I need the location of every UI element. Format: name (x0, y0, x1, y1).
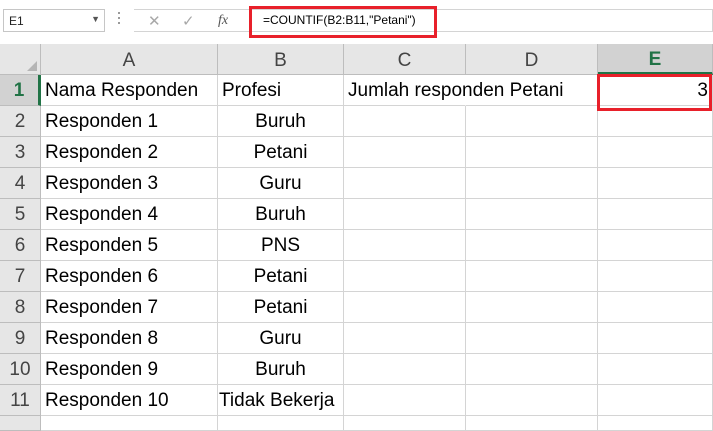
formula-buttons: ✕ ✓ fx (134, 9, 246, 32)
chevron-down-icon[interactable]: ▼ (91, 14, 100, 24)
row-header-1[interactable]: 1 (0, 75, 41, 106)
column-header-e[interactable]: E (598, 44, 713, 75)
cell-b7[interactable]: Petani (218, 261, 344, 292)
cell-d6[interactable] (466, 230, 598, 261)
row-header-3[interactable]: 3 (0, 137, 41, 168)
row-header-8[interactable]: 8 (0, 292, 41, 323)
formula-bar: E1 ▼ ✕ ✓ fx =COUNTIF(B2:B11,"Petani") (0, 0, 713, 44)
cell-c3[interactable] (344, 137, 466, 168)
enter-icon[interactable]: ✓ (182, 12, 195, 30)
cell-c11[interactable] (344, 385, 466, 416)
cell-e3[interactable] (598, 137, 713, 168)
insert-function-icon[interactable]: fx (218, 13, 228, 29)
cell-e4[interactable] (598, 168, 713, 199)
row-header-11[interactable]: 11 (0, 385, 41, 416)
cell-a6[interactable]: Responden 5 (41, 230, 218, 261)
cell-a7[interactable]: Responden 6 (41, 261, 218, 292)
select-all-button[interactable] (0, 44, 41, 75)
cell-b1[interactable]: Profesi (218, 75, 344, 106)
cell-e6[interactable] (598, 230, 713, 261)
cell-c5[interactable] (344, 199, 466, 230)
column-header-b[interactable]: B (218, 44, 344, 75)
cell-b5[interactable]: Buruh (218, 199, 344, 230)
cell-c12[interactable] (344, 416, 466, 431)
select-all-icon (27, 61, 37, 71)
cell-d9[interactable] (466, 323, 598, 354)
cell-a1[interactable]: Nama Responden (41, 75, 218, 106)
cell-a12[interactable] (41, 416, 218, 431)
column-header-c[interactable]: C (344, 44, 466, 75)
cell-c1[interactable]: Jumlah responden Petani (344, 75, 563, 106)
cell-d7[interactable] (466, 261, 598, 292)
cell-c4[interactable] (344, 168, 466, 199)
cancel-icon[interactable]: ✕ (148, 12, 161, 30)
cell-b10[interactable]: Buruh (218, 354, 344, 385)
cell-d3[interactable] (466, 137, 598, 168)
cell-b2[interactable]: Buruh (218, 106, 344, 137)
cell-d8[interactable] (466, 292, 598, 323)
cell-e11[interactable] (598, 385, 713, 416)
cell-d11[interactable] (466, 385, 598, 416)
cell-e1[interactable]: 3 (598, 75, 713, 106)
column-header-a[interactable]: A (41, 44, 218, 75)
cell-a8[interactable]: Responden 7 (41, 292, 218, 323)
cell-a4[interactable]: Responden 3 (41, 168, 218, 199)
name-box[interactable]: E1 ▼ (3, 9, 105, 32)
cell-e10[interactable] (598, 354, 713, 385)
column-header-d[interactable]: D (466, 44, 598, 75)
cell-a5[interactable]: Responden 4 (41, 199, 218, 230)
cell-c8[interactable] (344, 292, 466, 323)
row-header-2[interactable]: 2 (0, 106, 41, 137)
cell-d12[interactable] (466, 416, 598, 431)
spreadsheet-grid: A B C D E 1 2 3 4 5 6 7 8 9 10 11 Nama R… (0, 44, 713, 431)
cell-c7[interactable] (344, 261, 466, 292)
cell-e9[interactable] (598, 323, 713, 354)
cell-d4[interactable] (466, 168, 598, 199)
cell-a3[interactable]: Responden 2 (41, 137, 218, 168)
cell-a2[interactable]: Responden 1 (41, 106, 218, 137)
row-header-5[interactable]: 5 (0, 199, 41, 230)
cell-b11[interactable]: Tidak Bekerja (218, 385, 344, 416)
cell-a10[interactable]: Responden 9 (41, 354, 218, 385)
cell-b9[interactable]: Guru (218, 323, 344, 354)
drag-handle-icon[interactable] (117, 12, 121, 30)
cell-b4[interactable]: Guru (218, 168, 344, 199)
cell-d5[interactable] (466, 199, 598, 230)
row-header-7[interactable]: 7 (0, 261, 41, 292)
cell-e8[interactable] (598, 292, 713, 323)
cell-d10[interactable] (466, 354, 598, 385)
cell-e5[interactable] (598, 199, 713, 230)
cell-b6[interactable]: PNS (218, 230, 344, 261)
cell-e12[interactable] (598, 416, 713, 431)
row-header-10[interactable]: 10 (0, 354, 41, 385)
row-header-4[interactable]: 4 (0, 168, 41, 199)
cell-d1[interactable] (466, 75, 598, 106)
cell-b8[interactable]: Petani (218, 292, 344, 323)
cell-c9[interactable] (344, 323, 466, 354)
row-header-9[interactable]: 9 (0, 323, 41, 354)
cell-b12[interactable] (218, 416, 344, 431)
row-header-6[interactable]: 6 (0, 230, 41, 261)
cell-c2[interactable] (344, 106, 466, 137)
cell-e7[interactable] (598, 261, 713, 292)
formula-highlight-box (249, 6, 437, 38)
cell-a11[interactable]: Responden 10 (41, 385, 218, 416)
cell-c6[interactable] (344, 230, 466, 261)
cell-a9[interactable]: Responden 8 (41, 323, 218, 354)
cell-e2[interactable] (598, 106, 713, 137)
cell-b3[interactable]: Petani (218, 137, 344, 168)
cell-c10[interactable] (344, 354, 466, 385)
row-header-12[interactable] (0, 416, 41, 431)
cell-d2[interactable] (466, 106, 598, 137)
name-box-value: E1 (9, 14, 24, 28)
